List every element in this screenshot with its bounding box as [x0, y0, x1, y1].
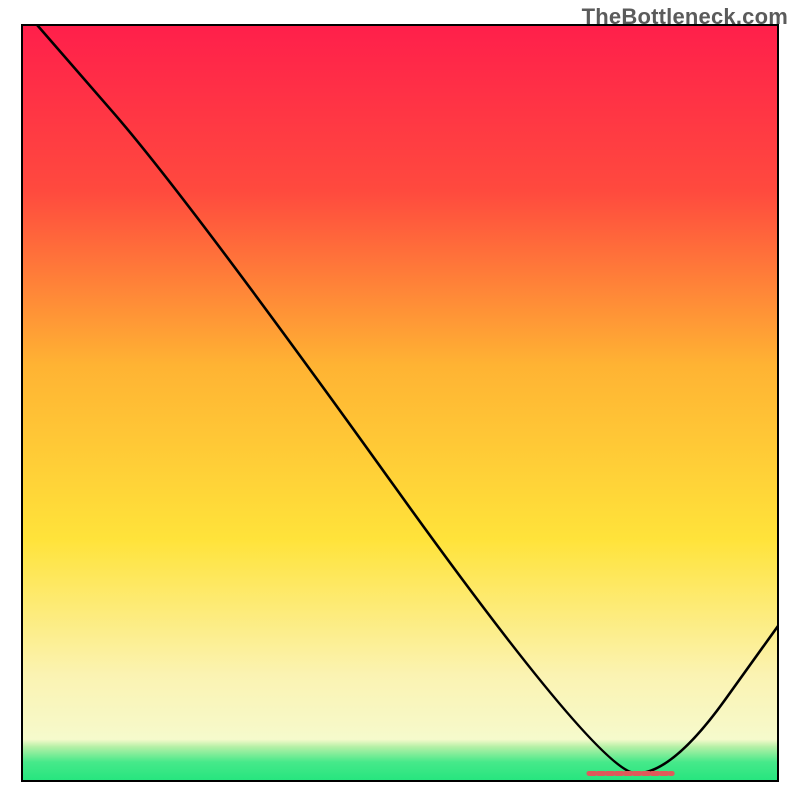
bottleneck-chart — [0, 0, 800, 800]
watermark-text: TheBottleneck.com — [582, 4, 788, 30]
chart-stage: TheBottleneck.com — [0, 0, 800, 800]
